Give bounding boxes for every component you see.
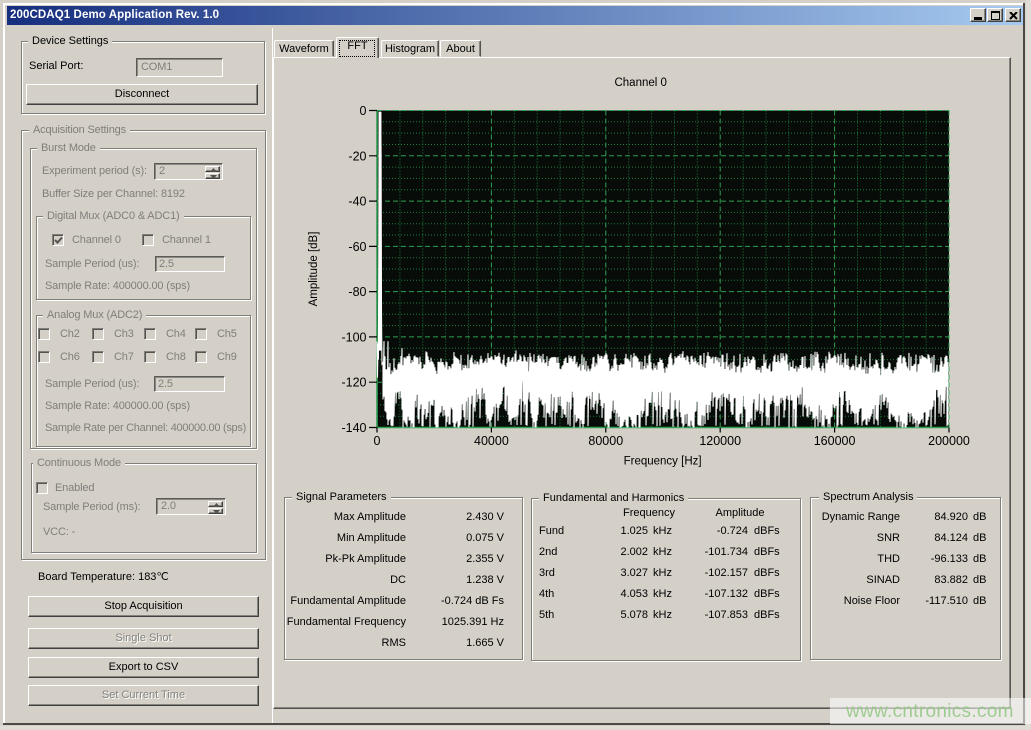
svg-text:0: 0 — [360, 104, 367, 118]
svg-text:120000: 120000 — [699, 434, 741, 448]
svg-text:80000: 80000 — [588, 434, 623, 448]
svg-text:-80: -80 — [348, 285, 366, 299]
svg-text:200000: 200000 — [928, 434, 970, 448]
svg-text:Channel 0: Channel 0 — [614, 77, 666, 89]
svg-text:-20: -20 — [348, 149, 366, 163]
svg-text:40000: 40000 — [474, 434, 509, 448]
svg-text:-100: -100 — [341, 330, 366, 344]
svg-text:-120: -120 — [341, 376, 366, 390]
svg-text:Frequency [Hz]: Frequency [Hz] — [624, 456, 702, 468]
svg-text:160000: 160000 — [814, 434, 856, 448]
svg-text:Amplitude [dB]: Amplitude [dB] — [308, 232, 320, 307]
svg-text:0: 0 — [374, 434, 381, 448]
svg-text:-60: -60 — [348, 240, 366, 254]
svg-text:-40: -40 — [348, 195, 366, 209]
svg-text:-140: -140 — [341, 421, 366, 435]
